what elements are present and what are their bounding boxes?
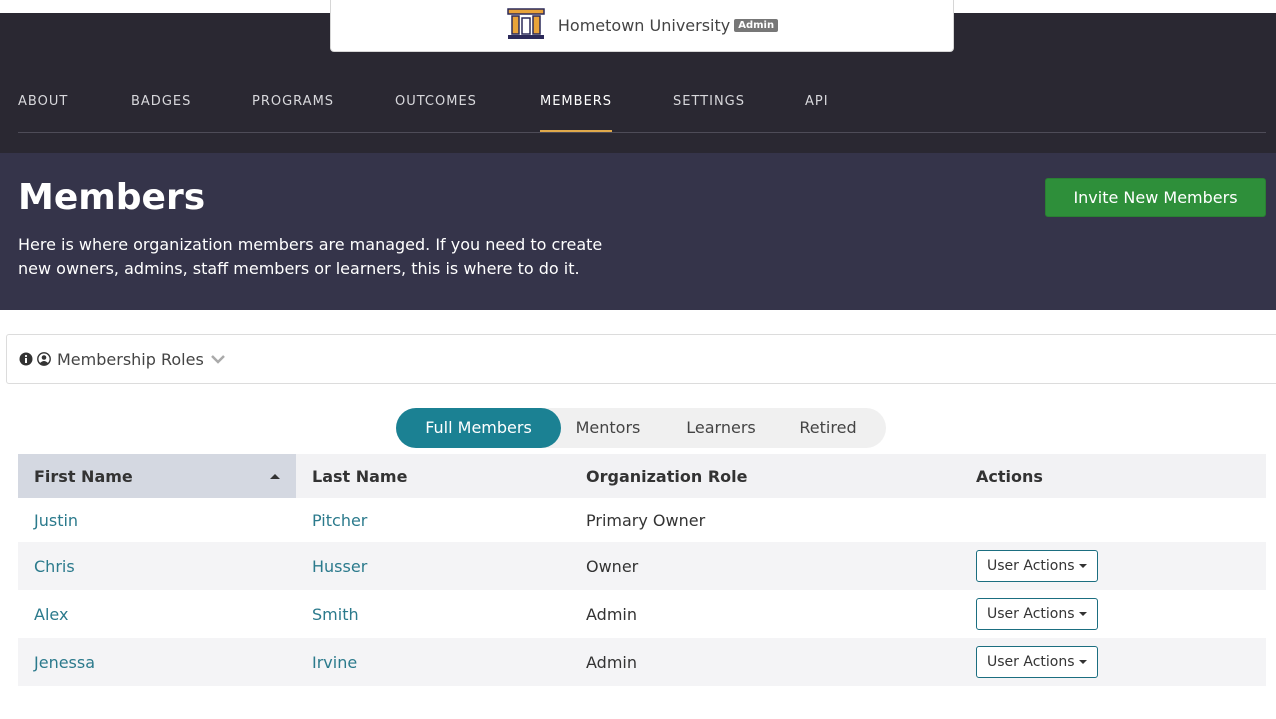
table-row: Justin Pitcher Primary Owner [18,498,1266,542]
tab-about[interactable]: ABOUT [18,94,68,132]
membership-roles-label: Membership Roles [57,349,204,369]
page-header: Members Here is where organization membe… [0,153,1276,310]
header-last-name[interactable]: Last Name [296,454,570,498]
tab-outcomes[interactable]: OUTCOMES [395,94,477,132]
tab-members[interactable]: MEMBERS [540,94,613,132]
main-nav: ABOUT BADGES PROGRAMS OUTCOMES MEMBERS S… [18,80,1266,133]
tab-api[interactable]: API [805,94,829,132]
actions-cell: User Actions [960,638,1266,686]
actions-cell: User Actions [960,542,1266,590]
page-title: Members [18,177,206,218]
user-actions-button[interactable]: User Actions [976,646,1098,678]
tab-retired[interactable]: Retired [791,408,865,448]
tab-programs[interactable]: PROGRAMS [252,94,334,132]
actions-cell [960,498,1266,542]
first-name-link[interactable]: Jenessa [34,653,95,672]
tab-settings[interactable]: SETTINGS [673,94,745,132]
membership-roles-panel[interactable]: Membership Roles [6,334,1276,384]
tab-full-members[interactable]: Full Members [396,408,561,448]
last-name-link[interactable]: Husser [312,557,367,576]
role-cell: Owner [570,542,960,590]
chevron-down-icon [210,355,225,364]
header-actions: Actions [960,454,1266,498]
tab-learners[interactable]: Learners [676,408,766,448]
caret-down-icon [1078,612,1087,616]
role-cell: Admin [586,604,637,624]
last-name-link[interactable]: Smith [312,605,359,624]
table-header-row: First Name Last Name Organization Role A… [18,454,1266,498]
caret-down-icon [1078,564,1087,568]
actions-cell: User Actions [960,590,1266,638]
tab-badges[interactable]: BADGES [131,94,191,132]
org-name: Hometown University [557,16,731,35]
user-circle-icon [37,352,51,366]
first-name-link[interactable]: Chris [34,557,75,576]
caret-down-icon [1078,660,1087,664]
last-name-link[interactable]: Pitcher [312,511,367,530]
header-first-name[interactable]: First Name [18,454,296,498]
invite-new-members-button[interactable]: Invite New Members [1045,178,1266,217]
page-description: Here is where organization members are m… [18,235,603,278]
table-row: Jenessa Irvine Admin User Actions [18,638,1266,686]
org-header: Hometown University Admin [330,0,954,52]
sort-ascending-icon [270,474,280,479]
user-actions-button[interactable]: User Actions [976,550,1098,582]
table-row: Chris Husser Owner User Actions [18,542,1266,590]
last-name-link[interactable]: Irvine [312,653,357,672]
role-cell: Admin [570,638,960,686]
members-table: First Name Last Name Organization Role A… [18,454,1266,686]
first-name-link[interactable]: Alex [34,605,68,624]
member-type-tabs: Full Members Mentors Learners Retired [396,408,886,448]
role-cell: Primary Owner [586,510,706,530]
info-icon [19,352,33,366]
university-columns-icon [507,7,545,39]
user-actions-button[interactable]: User Actions [976,598,1098,630]
admin-badge: Admin [734,19,779,32]
table-row: Alex Smith Admin User Actions [18,590,1266,638]
first-name-link[interactable]: Justin [34,511,78,530]
header-organization-role[interactable]: Organization Role [570,454,960,498]
tab-mentors[interactable]: Mentors [566,408,650,448]
